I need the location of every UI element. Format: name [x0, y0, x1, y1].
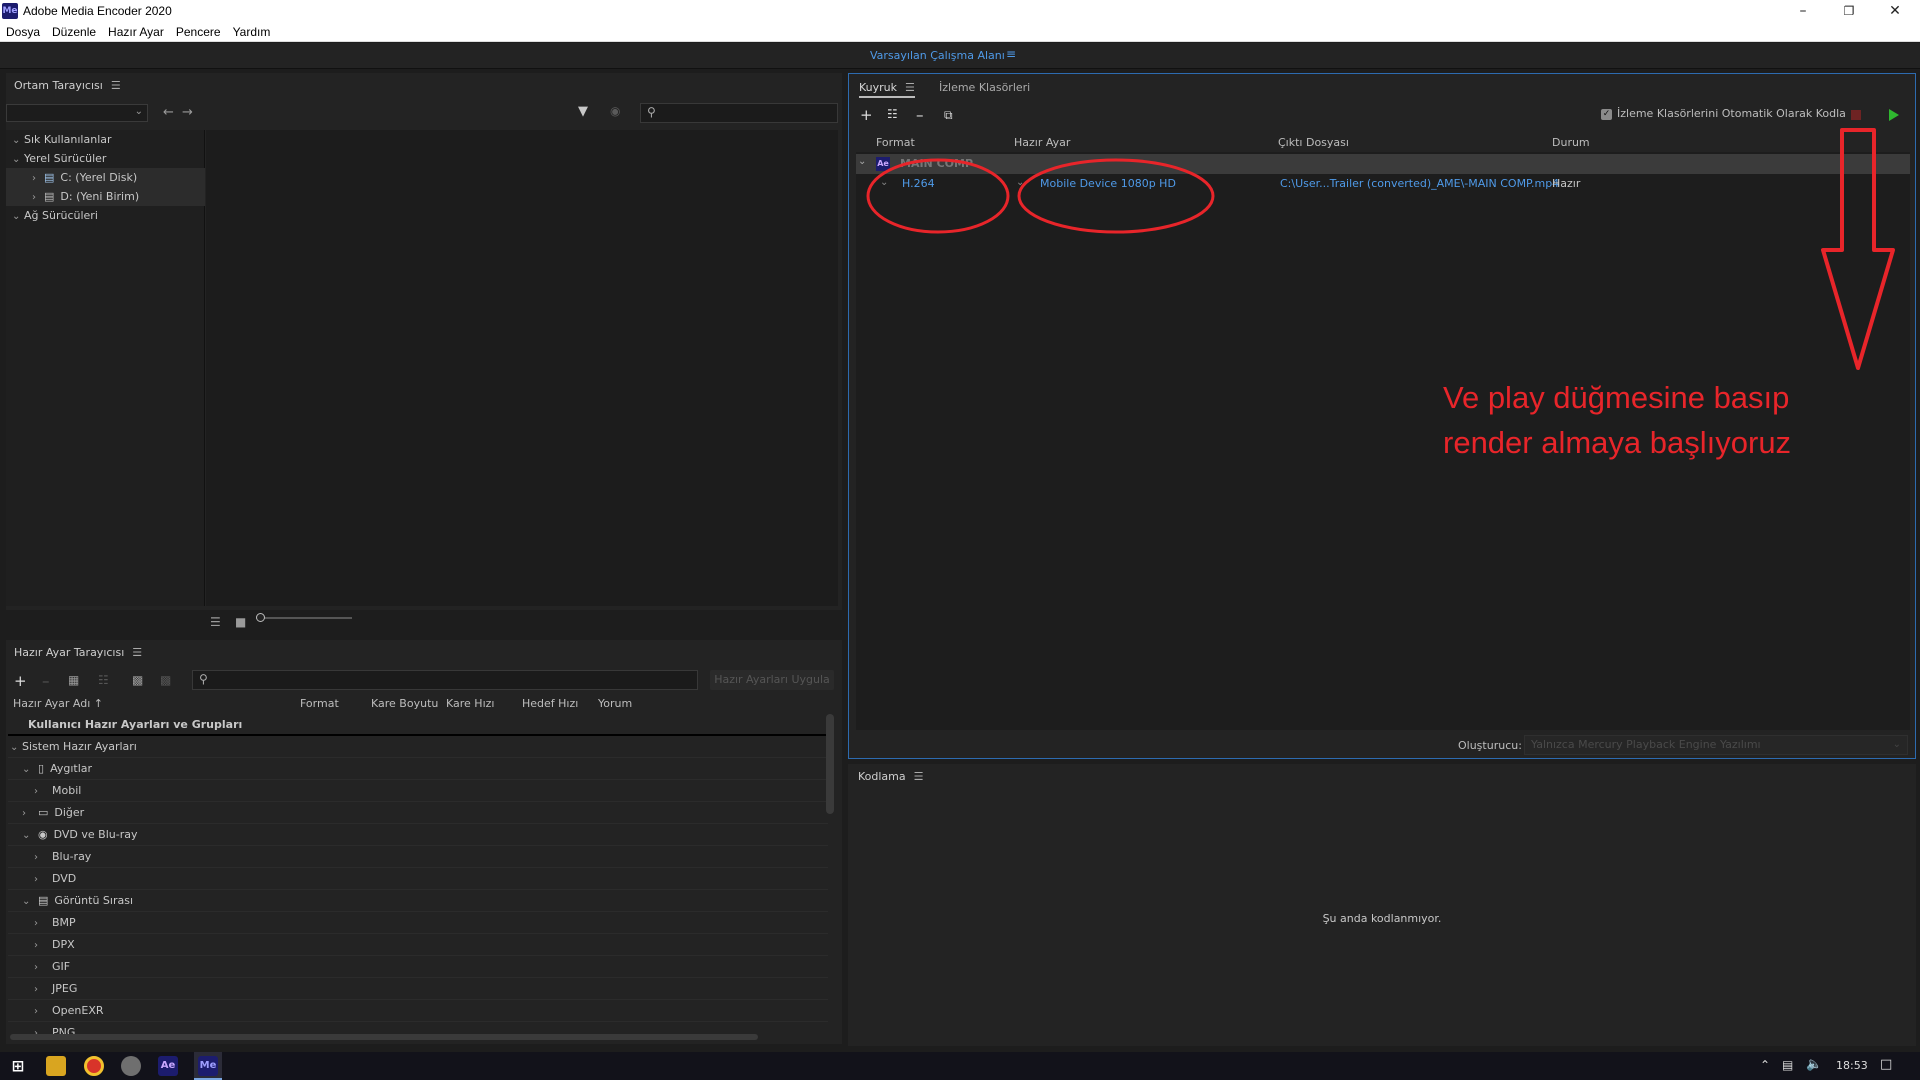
- network-icon[interactable]: ▤: [1782, 1058, 1793, 1072]
- windows-start-icon[interactable]: ⊞: [8, 1056, 28, 1076]
- chrome-icon[interactable]: [84, 1056, 104, 1076]
- panel-menu-icon[interactable]: ☰: [914, 770, 924, 783]
- encoding-empty-message: Şu anda kodlanmıyor.: [1322, 912, 1442, 925]
- clock-time[interactable]: 18:53: [1836, 1059, 1868, 1072]
- encoding-title: Kodlama: [858, 770, 906, 783]
- annotation-text: Ve play düğmesine basıp render almaya ba…: [1443, 375, 1791, 465]
- media-encoder-icon: Me: [198, 1056, 218, 1076]
- annotation-arrow: [1821, 128, 1895, 370]
- annotation-text-line-1: Ve play düğmesine basıp: [1443, 380, 1790, 415]
- annotation-text-line-2: render almaya başlıyoruz: [1443, 425, 1792, 460]
- taskbar: ⊞ Ae Me ⌃ ▤ 🔈 18:53 □: [0, 1052, 1920, 1080]
- tray-chevron-up-icon[interactable]: ⌃: [1760, 1058, 1770, 1072]
- file-explorer-icon[interactable]: [46, 1056, 66, 1076]
- annotation-circle-format: [866, 158, 1010, 234]
- notification-icon[interactable]: □: [1880, 1057, 1892, 1072]
- annotation-circle-preset: [1017, 158, 1215, 234]
- encoding-header: Kodlama ☰: [848, 764, 1916, 790]
- after-effects-icon[interactable]: Ae: [158, 1056, 178, 1076]
- encoding-panel: Kodlama ☰ Şu anda kodlanmıyor.: [848, 764, 1916, 1046]
- volume-icon[interactable]: 🔈: [1806, 1057, 1822, 1072]
- media-encoder-taskbar-item[interactable]: Me: [194, 1052, 222, 1080]
- app-icon[interactable]: [121, 1056, 141, 1076]
